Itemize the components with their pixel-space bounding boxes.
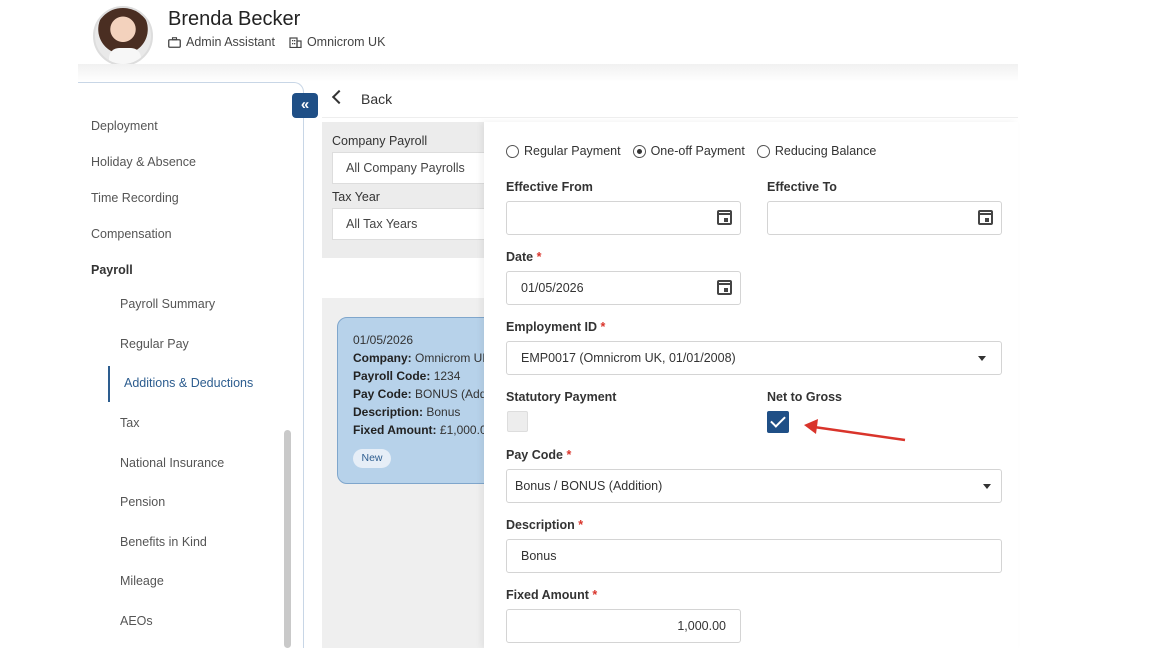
date-input[interactable]: 01/05/2026 <box>506 271 741 305</box>
radio-label-regular-payment[interactable]: Regular Payment <box>524 144 621 158</box>
card-fixed-amount: Fixed Amount: £1,000.00 <box>353 423 494 437</box>
fixed-amount-input[interactable]: 1,000.00 <box>506 609 741 643</box>
radio-one-off-payment[interactable] <box>632 144 646 158</box>
chevron-down-icon[interactable] <box>983 484 991 489</box>
sidebar-item-deployment[interactable]: Deployment <box>91 119 158 133</box>
sidebar-subitem-benefits-in-kind[interactable]: Benefits in Kind <box>120 535 207 549</box>
chevron-down-icon[interactable] <box>978 356 986 361</box>
description-input[interactable]: Bonus <box>506 539 1002 573</box>
fixed-amount-label: Fixed Amount * <box>506 588 598 602</box>
card-pay-code: Pay Code: BONUS (Addition) <box>353 387 496 401</box>
employment-id-label: Employment ID * <box>506 320 606 334</box>
pay-code-label: Pay Code * <box>506 448 572 462</box>
annotation-arrow <box>804 419 906 442</box>
sidebar-item-time-recording[interactable]: Time Recording <box>91 191 179 205</box>
employee-role: Admin Assistant <box>186 35 275 49</box>
net-to-gross-label: Net to Gross <box>767 390 843 404</box>
employment-id-select[interactable]: EMP0017 (Omnicrom UK, 01/01/2008) <box>506 341 1002 375</box>
sidebar-subitem-payroll-summary[interactable]: Payroll Summary <box>120 297 215 311</box>
header-divider <box>78 64 1018 82</box>
company-payroll-select[interactable]: All Company Payrolls <box>332 152 492 184</box>
pay-code-select[interactable]: Bonus / BONUS (Addition) <box>506 469 1002 503</box>
sidebar-subitem-aeos[interactable]: AEOs <box>120 614 153 628</box>
sidebar-scrollbar[interactable] <box>284 430 291 648</box>
card-company: Company: Omnicrom UK <box>353 351 491 365</box>
description-label: Description * <box>506 518 584 532</box>
statutory-payment-label: Statutory Payment <box>506 390 617 404</box>
tax-year-select[interactable]: All Tax Years <box>332 208 492 240</box>
employee-name: Brenda Becker <box>168 8 301 30</box>
company-payroll-label: Company Payroll <box>332 134 428 148</box>
card-payroll-code: Payroll Code: 1234 <box>353 369 461 383</box>
tax-year-label: Tax Year <box>332 190 380 204</box>
sidebar-item-payroll[interactable]: Payroll <box>91 263 133 277</box>
calendar-icon[interactable] <box>717 210 732 225</box>
briefcase-icon <box>168 36 181 48</box>
employee-company: Omnicrom UK <box>306 35 386 49</box>
back-button[interactable]: Back <box>361 91 392 107</box>
calendar-icon[interactable] <box>717 280 732 295</box>
statutory-payment-checkbox[interactable] <box>507 411 528 432</box>
card-date: 01/05/2026 <box>353 333 414 347</box>
sidebar-subitem-mileage[interactable]: Mileage <box>120 574 164 588</box>
list-toolbar <box>322 265 492 297</box>
net-to-gross-checkbox[interactable] <box>767 411 789 433</box>
sidebar-subitem-regular-pay[interactable]: Regular Pay <box>120 337 189 351</box>
effective-to-input[interactable] <box>767 201 1002 235</box>
employee-subline: Admin Assistant Omnicrom UK <box>168 35 385 49</box>
calendar-icon[interactable] <box>978 210 993 225</box>
sidebar-subitem-tax[interactable]: Tax <box>120 416 139 430</box>
profile-header: Brenda Becker Admin Assistant Omnicrom U… <box>0 0 1152 66</box>
radio-regular-payment[interactable] <box>506 144 519 158</box>
payment-type-radio-group: Regular Payment One-off Payment Reducing… <box>506 144 888 158</box>
sidebar-subitem-additions-deductions[interactable]: Additions & Deductions <box>124 376 253 390</box>
radio-label-reducing-balance[interactable]: Reducing Balance <box>775 144 876 158</box>
record-card[interactable]: 01/05/2026 Company: Omnicrom UK Payroll … <box>337 317 497 484</box>
sidebar-item-holiday-absence[interactable]: Holiday & Absence <box>91 155 196 169</box>
radio-label-one-off-payment[interactable]: One-off Payment <box>651 144 745 158</box>
active-indicator <box>108 366 110 402</box>
sidebar-subitem-national-insurance[interactable]: National Insurance <box>120 456 224 470</box>
avatar <box>93 6 153 66</box>
building-icon <box>289 36 302 48</box>
effective-to-label: Effective To <box>767 180 837 194</box>
date-label: Date * <box>506 250 542 264</box>
effective-from-input[interactable] <box>506 201 741 235</box>
collapse-sidebar-button[interactable]: « <box>292 93 318 118</box>
back-bar <box>322 82 1018 118</box>
status-badge: New <box>353 449 391 468</box>
card-description: Description: Bonus <box>353 405 461 419</box>
effective-from-label: Effective From <box>506 180 593 194</box>
sidebar-item-compensation[interactable]: Compensation <box>91 227 172 241</box>
radio-reducing-balance[interactable] <box>756 144 770 158</box>
sidebar-subitem-pension[interactable]: Pension <box>120 495 165 509</box>
